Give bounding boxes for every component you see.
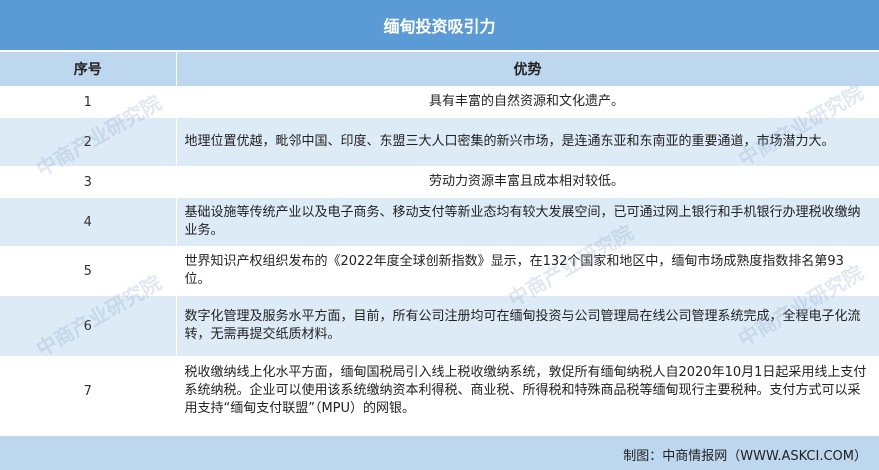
table-row: 1 具有丰富的自然资源和文化遗产。 <box>0 86 879 118</box>
table-row: 2 地理位置优越，毗邻中国、印度、东盟三大人口密集的新兴市场，是连通东亚和东南亚… <box>0 117 879 167</box>
row-number: 7 <box>0 356 177 426</box>
table-row: 3 劳动力资源丰富且成本相对较低。 <box>0 166 879 198</box>
advantages-table: 序号 优势 1 具有丰富的自然资源和文化遗产。 2 地理位置优越，毗邻中国、印度… <box>0 52 879 426</box>
row-text: 税收缴纳线上化水平方面，缅甸国税局引入线上税收缴纳系统，敦促所有缅甸纳税人自20… <box>176 356 879 426</box>
header-row: 序号 优势 <box>0 52 879 87</box>
row-number: 2 <box>0 117 177 167</box>
table-row: 4 基础设施等传统产业以及电子商务、移动支付等新业态均有较大发展空间，已可通过网… <box>0 197 879 247</box>
header-number: 序号 <box>0 52 177 87</box>
source-footer: 制图：中商情报网（WWW.ASKCI.COM） <box>0 436 879 470</box>
row-number: 5 <box>0 246 177 296</box>
source-credit: 制图：中商情报网（WWW.ASKCI.COM） <box>623 449 867 464</box>
row-number: 1 <box>0 86 177 118</box>
row-number: 3 <box>0 166 177 198</box>
row-text: 劳动力资源丰富且成本相对较低。 <box>176 166 879 198</box>
table-row: 6 数字化管理及服务水平方面，目前，所有公司注册均可在缅甸投资与公司管理局在线公… <box>0 295 879 357</box>
row-text: 世界知识产权组织发布的《2022年度全球创新指数》显示，在132个国家和地区中，… <box>176 246 879 296</box>
row-text: 地理位置优越，毗邻中国、印度、东盟三大人口密集的新兴市场，是连通东亚和东南亚的重… <box>176 117 879 167</box>
row-text: 具有丰富的自然资源和文化遗产。 <box>176 86 879 118</box>
row-text: 基础设施等传统产业以及电子商务、移动支付等新业态均有较大发展空间，已可通过网上银… <box>176 197 879 247</box>
table-row: 5 世界知识产权组织发布的《2022年度全球创新指数》显示，在132个国家和地区… <box>0 246 879 296</box>
document: 缅甸投资吸引力 序号 优势 1 具有丰富的自然资源和文化遗产。 2 地理位置优越… <box>0 0 879 470</box>
table-title: 缅甸投资吸引力 <box>0 0 879 50</box>
row-text: 数字化管理及服务水平方面，目前，所有公司注册均可在缅甸投资与公司管理局在线公司管… <box>176 295 879 357</box>
row-number: 4 <box>0 197 177 247</box>
header-advantage: 优势 <box>176 52 879 87</box>
row-number: 6 <box>0 295 177 357</box>
table-row: 7 税收缴纳线上化水平方面，缅甸国税局引入线上税收缴纳系统，敦促所有缅甸纳税人自… <box>0 356 879 426</box>
